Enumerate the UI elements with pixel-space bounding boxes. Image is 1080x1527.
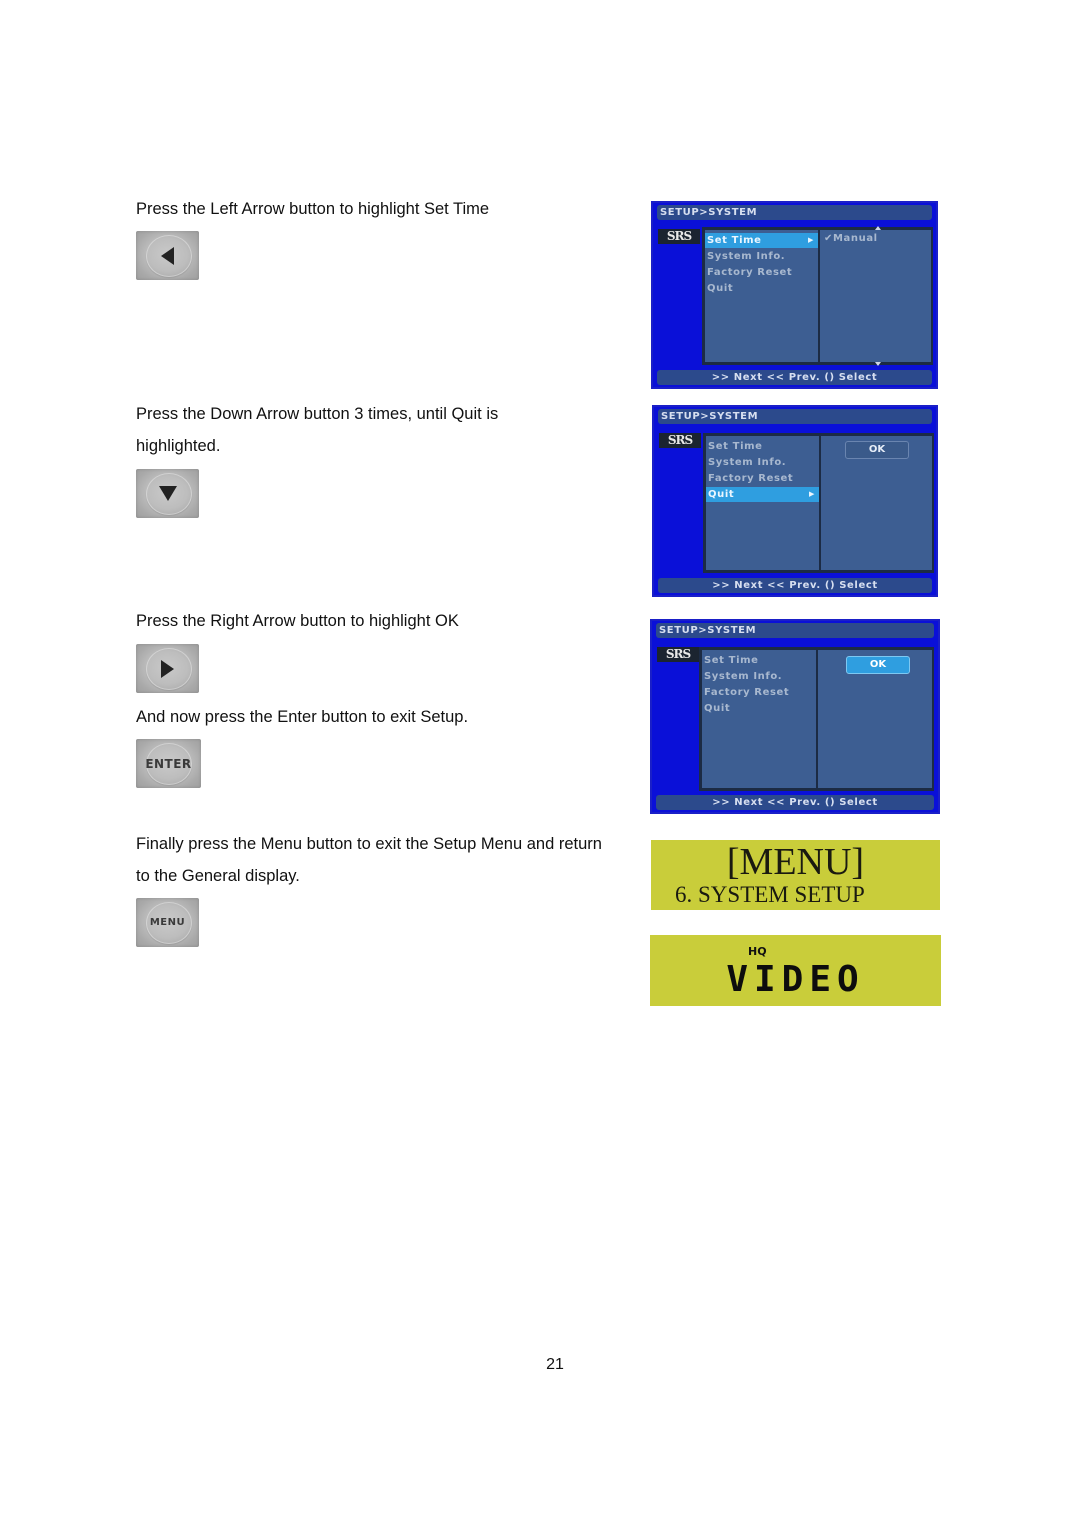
lcd-menu-title: [MENU] bbox=[726, 841, 865, 883]
osd-option-manual[interactable]: ✔Manual bbox=[824, 233, 878, 244]
menu-button-label: MENU bbox=[149, 917, 186, 928]
osd-menu-item-set-time[interactable]: Set Time bbox=[702, 653, 816, 668]
step-3-instruction: Press the Right Arrow button to highligh… bbox=[136, 612, 459, 630]
osd-screen-set-time: SETUP>SYSTEM SRS Set Time ▶ System Info. … bbox=[651, 201, 938, 389]
step-2-instruction: Press the Down Arrow button 3 times, unt… bbox=[136, 405, 499, 455]
step-5-instruction: Finally press the Menu button to exit th… bbox=[136, 835, 602, 885]
osd-option-panel: ✔Manual bbox=[818, 226, 933, 366]
osd-menu-item-quit[interactable]: Quit bbox=[705, 281, 818, 296]
srs-logo: SRS bbox=[657, 647, 699, 662]
lcd-display-video: HQ VIDEO bbox=[650, 935, 941, 1006]
step-4-instruction: And now press the Enter button to exit S… bbox=[136, 708, 469, 726]
osd-footer: >> Next << Prev. () Select bbox=[656, 795, 934, 810]
srs-logo: SRS bbox=[659, 433, 701, 448]
osd-menu-panel: Set Time System Info. Factory Reset Quit bbox=[699, 647, 816, 791]
osd-menu-item-system-info[interactable]: System Info. bbox=[702, 669, 816, 684]
lcd-menu-subtitle: 6. SYSTEM SETUP bbox=[675, 882, 865, 907]
left-arrow-button-image bbox=[136, 231, 199, 280]
osd-screen-quit: SETUP>SYSTEM SRS Set Time System Info. F… bbox=[652, 405, 938, 597]
osd-ok-button[interactable]: OK bbox=[846, 656, 910, 674]
osd-menu-item-quit[interactable]: Quit ▶ bbox=[706, 487, 819, 502]
down-arrow-button-image bbox=[136, 469, 199, 518]
right-arrow-button-image bbox=[136, 644, 199, 693]
osd-screen-ok: SETUP>SYSTEM SRS Set Time System Info. F… bbox=[650, 619, 940, 814]
osd-menu-item-set-time[interactable]: Set Time bbox=[706, 439, 819, 454]
osd-title: SETUP>SYSTEM bbox=[656, 623, 934, 638]
left-arrow-icon bbox=[161, 246, 174, 265]
right-arrow-icon bbox=[161, 659, 174, 678]
lcd-display-menu: [MENU] 6. SYSTEM SETUP bbox=[651, 840, 940, 910]
scroll-up-icon bbox=[875, 226, 881, 230]
lcd-video-label: VIDEO bbox=[726, 959, 865, 1000]
osd-menu-panel: Set Time System Info. Factory Reset Quit… bbox=[703, 433, 819, 573]
osd-option-panel: OK bbox=[819, 433, 934, 573]
page-number: 21 bbox=[546, 1356, 564, 1373]
osd-menu-item-factory-reset[interactable]: Factory Reset bbox=[702, 685, 816, 700]
enter-button-image: ENTER bbox=[136, 739, 201, 788]
chevron-right-icon: ▶ bbox=[809, 490, 815, 498]
menu-button-image: MENU bbox=[136, 898, 199, 947]
osd-menu-panel: Set Time ▶ System Info. Factory Reset Qui… bbox=[702, 227, 818, 365]
srs-logo: SRS bbox=[658, 229, 700, 244]
step-1-instruction: Press the Left Arrow button to highlight… bbox=[136, 200, 490, 218]
lcd-hq-label: HQ bbox=[748, 945, 767, 958]
osd-menu-item-quit[interactable]: Quit bbox=[702, 701, 816, 716]
osd-menu-item-system-info[interactable]: System Info. bbox=[706, 455, 819, 470]
osd-menu-item-factory-reset[interactable]: Factory Reset bbox=[706, 471, 819, 486]
osd-footer: >> Next << Prev. () Select bbox=[658, 578, 932, 593]
osd-footer: >> Next << Prev. () Select bbox=[657, 370, 932, 385]
osd-menu-item-set-time[interactable]: Set Time ▶ bbox=[705, 233, 818, 248]
osd-menu-item-factory-reset[interactable]: Factory Reset bbox=[705, 265, 818, 280]
chevron-right-icon: ▶ bbox=[808, 236, 814, 244]
osd-menu-item-system-info[interactable]: System Info. bbox=[705, 249, 818, 264]
osd-title: SETUP>SYSTEM bbox=[658, 409, 932, 424]
enter-button-label: ENTER bbox=[145, 756, 192, 771]
scroll-down-icon bbox=[875, 362, 881, 366]
osd-ok-button[interactable]: OK bbox=[845, 441, 909, 459]
osd-option-panel: OK bbox=[816, 647, 934, 791]
down-arrow-icon bbox=[158, 486, 177, 501]
osd-title: SETUP>SYSTEM bbox=[657, 205, 932, 220]
